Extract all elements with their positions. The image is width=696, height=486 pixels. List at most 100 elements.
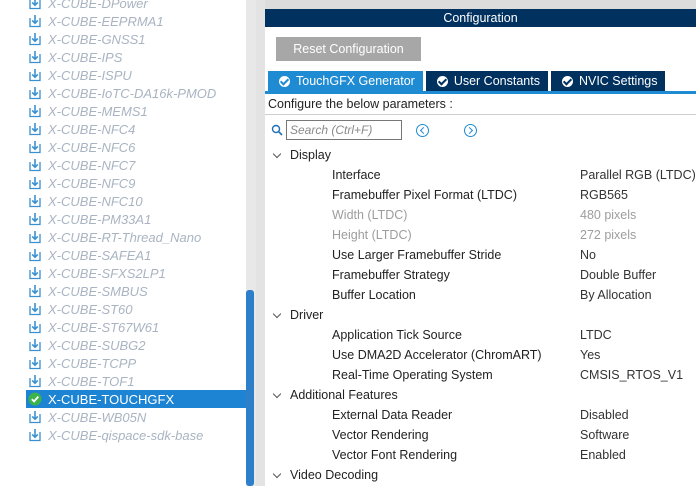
parameter-name: Framebuffer Strategy [332, 268, 450, 282]
check-icon [279, 75, 290, 87]
chevron-down-icon[interactable] [272, 469, 282, 479]
chevron-down-icon[interactable] [272, 149, 282, 159]
package-list-item[interactable]: X-CUBE-PM33A1 [8, 210, 246, 228]
parameter-row[interactable]: Framebuffer Pixel Format (LTDC) RGB565 [265, 185, 696, 205]
package-list-scrollbar-thumb[interactable] [246, 290, 254, 486]
chevron-down-icon[interactable] [272, 389, 282, 399]
download-icon [29, 141, 41, 154]
package-label: X-CUBE-NFC9 [48, 175, 136, 191]
reset-configuration-button[interactable]: Reset Configuration [276, 37, 421, 61]
package-list-item[interactable]: X-CUBE-WB05N [8, 408, 246, 426]
package-label: X-CUBE-NFC6 [48, 139, 136, 155]
parameter-name: External Data Reader [332, 408, 453, 422]
search-input[interactable] [286, 120, 402, 140]
package-label: X-CUBE-TOF1 [48, 373, 135, 389]
parameter-value[interactable]: RGB565 [580, 188, 628, 202]
package-list-item[interactable]: X-CUBE-SAFEA1 [8, 246, 246, 264]
package-list-item[interactable]: X-CUBE-SFXS2LP1 [8, 264, 246, 282]
chevron-down-icon[interactable] [272, 309, 282, 319]
package-label: X-CUBE-SAFEA1 [48, 247, 152, 263]
package-list-item[interactable]: X-CUBE-SMBUS [8, 282, 246, 300]
package-label: X-CUBE-TCPP [48, 355, 137, 371]
package-list-item[interactable]: X-CUBE-NFC7 [8, 156, 246, 174]
group-label: Additional Features [290, 388, 398, 402]
tab-nvic-settings[interactable]: NVIC Settings [550, 71, 666, 91]
parameter-row[interactable]: Use DMA2D Accelerator (ChromART) Yes [265, 345, 696, 365]
package-label: X-CUBE-ST60 [48, 301, 133, 317]
download-icon [29, 123, 41, 136]
package-list-item[interactable]: X-CUBE-GNSS1 [8, 30, 246, 48]
parameter-row[interactable]: Buffer Location By Allocation [265, 285, 696, 305]
package-list-item[interactable]: X-CUBE-NFC9 [8, 174, 246, 192]
tab-label: NVIC Settings [578, 74, 658, 88]
package-label: X-CUBE-qispace-sdk-base [48, 427, 204, 443]
parameter-row[interactable]: Application Tick Source LTDC [265, 325, 696, 345]
parameter-row[interactable]: External Data Reader Disabled [265, 405, 696, 425]
parameter-value[interactable]: CMSIS_RTOS_V1 [580, 368, 683, 382]
package-list-item[interactable]: X-CUBE-qispace-sdk-base [8, 426, 246, 444]
package-list-item[interactable]: X-CUBE-RT-Thread_Nano [8, 228, 246, 246]
download-icon [29, 339, 41, 352]
parameter-value[interactable]: Software [580, 428, 629, 442]
download-icon [29, 231, 41, 244]
group-display[interactable]: Display [265, 145, 696, 165]
package-list-item[interactable]: X-CUBE-ST60 [8, 300, 246, 318]
download-icon [29, 357, 41, 370]
download-icon [29, 33, 41, 46]
parameter-row[interactable]: Framebuffer Strategy Double Buffer [265, 265, 696, 285]
parameter-row[interactable]: Use Larger Framebuffer Stride No [265, 245, 696, 265]
package-label: X-CUBE-ISPU [48, 67, 132, 83]
tab-user-constants[interactable]: User Constants [425, 71, 548, 91]
package-label: X-CUBE-IPS [48, 49, 123, 65]
group-additional-features[interactable]: Additional Features [265, 385, 696, 405]
package-list-item[interactable]: X-CUBE-NFC10 [8, 192, 246, 210]
parameter-value[interactable]: Double Buffer [580, 268, 656, 282]
parameter-name: Vector Rendering [332, 428, 429, 442]
package-list-item[interactable]: X-CUBE-IPS [8, 48, 246, 66]
panel-divider[interactable] [256, 0, 265, 486]
package-list-item[interactable]: X-CUBE-ST67W61 [8, 318, 246, 336]
package-label: X-CUBE-MEMS1 [48, 103, 148, 119]
download-icon [29, 429, 41, 442]
configure-parameters-label: Configure the below parameters : [268, 97, 453, 111]
package-list-item[interactable]: X-CUBE-EEPRMA1 [8, 12, 246, 30]
tab-label: User Constants [453, 74, 540, 88]
parameter-name: Interface [332, 168, 381, 182]
package-list-item[interactable]: X-CUBE-TOUCHGFX [26, 390, 246, 408]
parameter-value[interactable]: Enabled [580, 448, 626, 462]
download-icon [29, 159, 41, 172]
download-icon [29, 51, 41, 64]
parameter-value[interactable]: By Allocation [580, 288, 652, 302]
parameter-value[interactable]: LTDC [580, 328, 612, 342]
package-list-item[interactable]: X-CUBE-NFC6 [8, 138, 246, 156]
download-icon [29, 105, 41, 118]
group-label: Display [290, 148, 331, 162]
parameter-name: Vector Font Rendering [332, 448, 458, 462]
tab-touchgfx-generator[interactable]: TouchGFX Generator [268, 71, 423, 91]
parameter-row[interactable]: Interface Parallel RGB (LTDC) [265, 165, 696, 185]
search-next-button[interactable] [464, 124, 477, 137]
package-list-item[interactable]: X-CUBE-TCPP [8, 354, 246, 372]
parameter-row[interactable]: Real-Time Operating System CMSIS_RTOS_V1 [265, 365, 696, 385]
parameter-row[interactable]: Vector Font Rendering Enabled [265, 445, 696, 465]
parameter-value[interactable]: No [580, 248, 596, 262]
package-list-item[interactable]: X-CUBE-NFC4 [8, 120, 246, 138]
parameter-value[interactable]: Yes [580, 348, 600, 362]
download-icon [29, 375, 41, 388]
parameter-value[interactable]: Disabled [580, 408, 629, 422]
group-driver[interactable]: Driver [265, 305, 696, 325]
download-icon [29, 195, 41, 208]
package-list-item[interactable]: X-CUBE-SUBG2 [8, 336, 246, 354]
tab-underline [265, 91, 696, 94]
parameter-name: Real-Time Operating System [332, 368, 493, 382]
package-list-item[interactable]: X-CUBE-IoTC-DA16k-PMOD [8, 84, 246, 102]
search-previous-button[interactable] [416, 124, 429, 137]
group-video-decoding[interactable]: Video Decoding [265, 465, 696, 485]
download-icon [29, 69, 41, 82]
package-list-item[interactable]: X-CUBE-ISPU [8, 66, 246, 84]
parameter-value[interactable]: Parallel RGB (LTDC) [580, 168, 696, 182]
parameter-row[interactable]: Vector Rendering Software [265, 425, 696, 445]
package-list-item[interactable]: X-CUBE-TOF1 [8, 372, 246, 390]
package-list-item[interactable]: X-CUBE-MEMS1 [8, 102, 246, 120]
package-list-item[interactable]: X-CUBE-DPower [8, 0, 246, 12]
